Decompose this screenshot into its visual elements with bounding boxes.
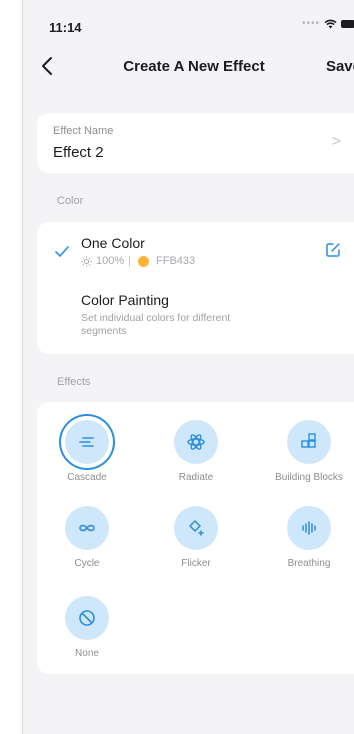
effect-label: Breathing xyxy=(287,558,331,569)
cycle-icon xyxy=(65,506,109,550)
battery-icon xyxy=(341,19,354,28)
effect-label: Cascade xyxy=(67,472,107,483)
effect-cycle[interactable]: Cycle xyxy=(37,506,137,569)
effect-name-value: Effect 2 xyxy=(53,144,104,161)
navigation-bar: Create A New Effect Save xyxy=(23,44,354,88)
effect-flicker[interactable]: Flicker xyxy=(146,506,246,569)
color-section-header: Color xyxy=(57,195,84,207)
page-title: Create A New Effect xyxy=(123,58,265,75)
effects-section-header: Effects xyxy=(57,376,91,388)
cascade-icon xyxy=(65,420,109,464)
color-painting-option[interactable]: Color Painting xyxy=(81,292,169,308)
wifi-icon xyxy=(324,19,337,28)
one-color-details: 100% | FFB433 xyxy=(81,255,195,267)
effect-radiate[interactable]: Radiate xyxy=(146,420,246,483)
status-time: 11:14 xyxy=(49,20,82,35)
brightness-icon xyxy=(81,255,92,267)
status-bar: 11:14 •••• xyxy=(23,0,354,44)
radiate-icon xyxy=(174,420,218,464)
save-button[interactable]: Save xyxy=(326,58,354,75)
status-icons: •••• xyxy=(302,18,354,29)
effect-label: Radiate xyxy=(178,472,214,483)
effects-grid: Cascade Radiate Building Blocks Cycle Fl… xyxy=(37,402,354,674)
color-swatch xyxy=(138,255,149,267)
flicker-icon xyxy=(174,506,218,550)
divider: | xyxy=(128,255,131,267)
effect-name-label: Effect Name xyxy=(53,125,114,137)
effect-label: Cycle xyxy=(74,558,100,569)
signal-icon: •••• xyxy=(301,18,320,29)
one-color-option[interactable]: One Color xyxy=(81,235,145,251)
chevron-right-icon: > xyxy=(331,133,341,150)
effect-label: None xyxy=(75,648,99,659)
color-hex: FFB433 xyxy=(156,255,196,267)
effect-cascade[interactable]: Cascade xyxy=(37,420,137,483)
effect-breathing[interactable]: Breathing xyxy=(259,506,354,569)
color-painting-description: Set individual colors for different segm… xyxy=(81,312,231,337)
effect-name-row[interactable]: Effect Name Effect 2 > xyxy=(37,113,354,173)
checkmark-icon xyxy=(55,246,69,257)
breathing-icon xyxy=(287,506,331,550)
left-edge xyxy=(0,0,22,734)
none-icon xyxy=(65,596,109,640)
color-card: One Color 100% | FFB433 Color Painting S… xyxy=(37,222,354,354)
phone-screen: 11:14 •••• Create A New Effect Save Effe… xyxy=(22,0,354,734)
brightness-value: 100% xyxy=(96,255,125,267)
effect-label: Building Blocks xyxy=(275,472,343,483)
effect-none[interactable]: None xyxy=(37,596,137,659)
effect-label: Flicker xyxy=(181,558,211,569)
building-blocks-icon xyxy=(287,420,331,464)
edit-icon[interactable] xyxy=(325,242,341,258)
effect-building-blocks[interactable]: Building Blocks xyxy=(259,420,354,483)
